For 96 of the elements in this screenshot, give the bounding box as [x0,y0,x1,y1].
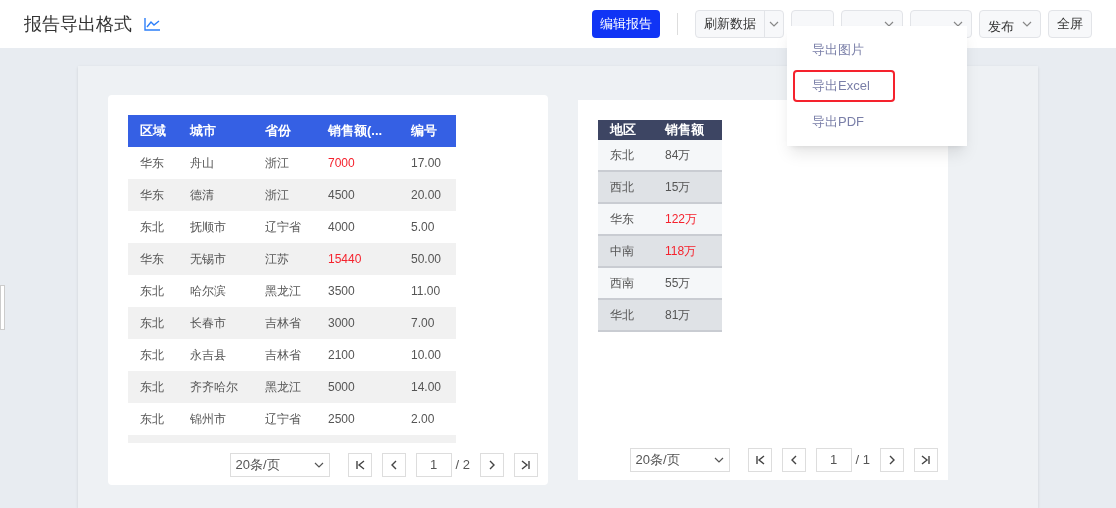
table-cell-text: 50.00 [410,251,443,268]
table-cell-text: 永吉县 [189,347,227,364]
table-cell-text: 5000 [327,379,356,396]
table-cell-text: 黑龙江 [264,379,302,396]
table-cell-text: 15万 [664,178,692,196]
caret-icon [1022,21,1032,27]
toolbar-button[interactable]: 全屏 [1048,10,1092,38]
table-cell-text: 哈尔滨 [189,283,227,300]
column-header: 区域 [139,122,167,141]
page-size-select[interactable]: 20条/页 [229,453,330,477]
table-cell-text: 舟山 [189,155,215,172]
table-cell-text: 7.00 [410,315,436,332]
table-cell-text: 华东 [139,187,165,204]
table-cell-text: 11.00 [410,283,442,300]
column-header: 销售额(... [326,122,384,141]
table-cell-text: 5.00 [410,219,436,236]
prev-page-button[interactable] [781,448,806,472]
table-cell-text: 14.00 [410,379,443,396]
table-cell-text: 东北 [609,146,635,164]
table-cell-text: 华东 [139,251,165,268]
table-cell-text: 7000 [327,155,356,172]
menu-item[interactable]: 导出Excel [793,70,895,102]
table-cell-text: 华东 [139,155,165,172]
left-edge-handle[interactable] [0,285,5,330]
column-header: 城市 [188,122,217,141]
table-cell-text: 西南 [609,274,635,292]
last-page-icon [520,459,532,471]
column-header: 编号 [410,122,438,141]
table-cell-text: 锦州市 [189,411,227,428]
caret-icon [313,462,324,468]
line-chart-icon[interactable] [144,17,161,31]
table-cell-text: 55万 [664,274,692,292]
table-cell-text: 华北 [609,306,635,324]
table-cell-text: 东北 [139,411,165,428]
menu-item[interactable]: 导出图片 [793,34,883,66]
table-cell-text: 4000 [327,219,356,236]
first-page-button[interactable] [747,448,772,472]
table-cell-text: 浙江 [264,155,290,172]
table-cell-text: 吉林省 [264,315,302,332]
table-cell-text: 81万 [664,306,692,324]
table-cell-text: 东北 [139,347,165,364]
next-page-button[interactable] [480,453,504,477]
table-cell-text: 辽宁省 [264,219,302,236]
table-cell-text: 4500 [327,187,356,204]
page-total: / 2 [455,456,470,475]
page-input[interactable]: 1 [815,448,852,472]
column-header: 地区 [608,121,637,139]
table-cell-text: 无锡市 [189,251,227,268]
first-page-icon [753,454,766,466]
refresh-data-split-button[interactable]: 刷新数据 [695,10,784,38]
table-cell-text: 2.00 [410,411,436,428]
first-page-button[interactable] [347,453,372,477]
table-cell-text: 3500 [327,283,356,300]
table-cell-text: 浙江 [264,187,290,204]
page-total: / 1 [855,451,870,470]
prev-page-button[interactable] [381,453,406,477]
next-page-button[interactable] [880,448,904,472]
table-cell-text: 中南 [609,242,635,260]
table-cell-text: 2500 [327,411,356,428]
page-size-select[interactable]: 20条/页 [629,448,730,472]
table-cell-text: 2100 [327,347,356,364]
table-cell-text: 20.00 [410,187,443,204]
table-cell-text: 齐齐哈尔 [189,379,239,396]
menu-item[interactable]: 导出PDF [793,106,883,138]
table-cell-text: 抚顺市 [189,219,227,236]
table-cell-text: 东北 [139,315,165,332]
table-cell-text: 3000 [327,315,356,332]
table-cell-text: 东北 [139,219,165,236]
table-cell-text: 84万 [664,146,692,164]
column-header: 销售额 [663,121,705,139]
table-cell-text: 吉林省 [264,347,302,364]
caret-icon [713,457,724,463]
last-page-button[interactable] [914,448,938,472]
table-cell-text: 辽宁省 [264,411,302,428]
dropdown-button[interactable]: 发布 [979,10,1041,38]
table-cell-text: 德清 [189,187,215,204]
column-header: 省份 [264,122,292,141]
table-cell-text: 122万 [664,210,699,228]
table-cell-text: 15440 [327,251,363,268]
report-title: 报告导出格式 [24,12,132,36]
caret-icon [769,21,779,27]
last-page-button[interactable] [514,453,538,477]
table-cell-text: 10.00 [410,347,443,364]
table-cell-text: 东北 [139,283,165,300]
table-cell-text: 江苏 [264,251,290,268]
table-cell-text: 东北 [139,379,165,396]
edit-report-button[interactable]: 编辑报告 [592,10,660,38]
table-cell-text: 西北 [609,178,635,196]
table-cell-text: 118万 [664,242,698,260]
table-cell-text: 华东 [609,210,635,228]
first-page-icon [353,459,366,471]
page-input[interactable]: 1 [415,453,452,477]
table-cell-text: 长春市 [189,315,227,332]
last-page-icon [920,454,932,466]
table-cell-text: 17.00 [410,155,443,172]
table-cell-text: 黑龙江 [264,283,302,300]
